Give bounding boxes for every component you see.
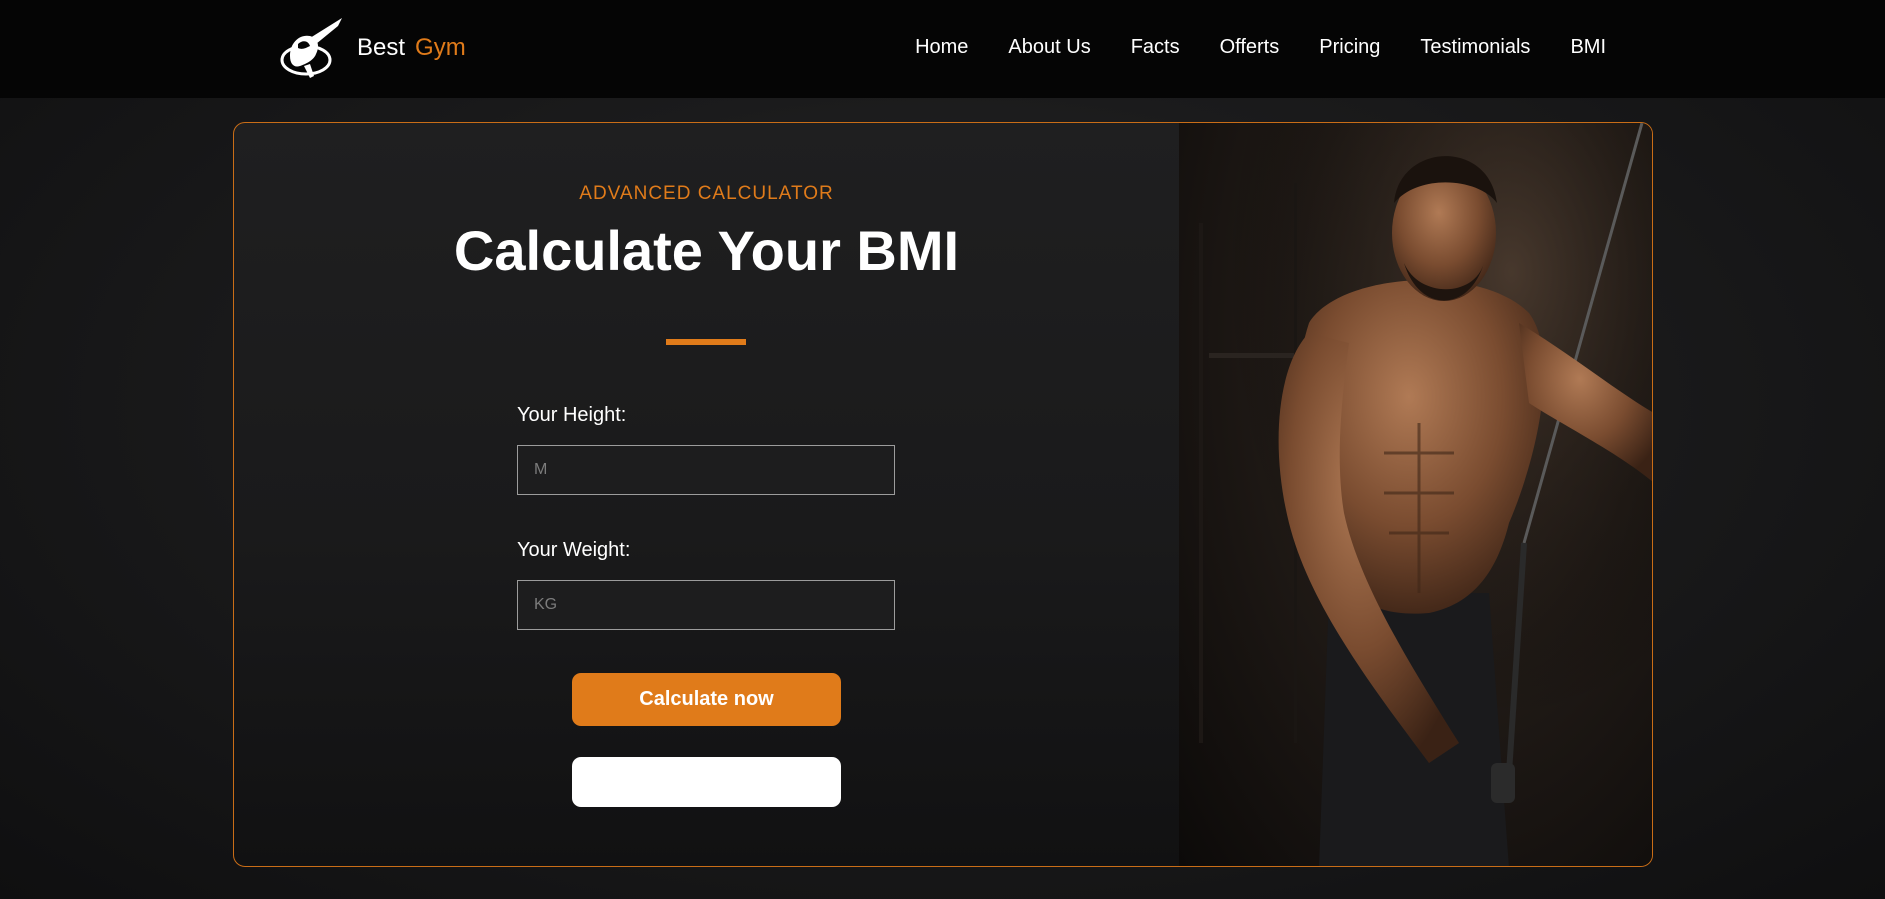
calculator-eyebrow: ADVANCED CALCULATOR xyxy=(579,183,834,204)
brand-name-second: Gym xyxy=(415,34,466,61)
height-input[interactable] xyxy=(517,445,895,495)
weight-label: Your Weight: xyxy=(517,539,631,561)
nav-link-testimonials[interactable]: Testimonials xyxy=(1420,36,1530,59)
nav-link-facts[interactable]: Facts xyxy=(1131,36,1180,59)
nav-link-bmi[interactable]: BMI xyxy=(1570,36,1606,59)
nav-link-offerts[interactable]: Offerts xyxy=(1220,36,1280,59)
brand-name-first: Best xyxy=(357,34,406,61)
height-label: Your Height: xyxy=(517,404,627,426)
calculator-title: Calculate Your BMI xyxy=(453,219,960,282)
weight-input[interactable] xyxy=(517,580,895,630)
nav-link-home[interactable]: Home xyxy=(915,36,968,59)
nav-menu: Home About Us Facts Offerts Pricing Test… xyxy=(915,36,1606,59)
calculate-now-button[interactable]: Calculate now xyxy=(572,673,841,726)
brand-name: Best Gym xyxy=(357,34,466,62)
bmi-result-box xyxy=(572,757,841,807)
nav-link-about-us[interactable]: About Us xyxy=(1008,36,1090,59)
muscular-athlete-photo xyxy=(1179,123,1652,866)
brand[interactable]: Best Gym xyxy=(276,16,466,80)
gladiator-logo-icon xyxy=(280,18,342,78)
athlete-illustration xyxy=(1179,123,1652,866)
nav-link-pricing[interactable]: Pricing xyxy=(1319,36,1380,59)
title-divider xyxy=(666,339,746,345)
calculator-form: ADVANCED CALCULATOR Calculate Your BMI Y… xyxy=(234,123,1179,866)
navbar: Best Gym Home About Us Facts Offerts Pri… xyxy=(0,0,1885,98)
bmi-calculator-card: ADVANCED CALCULATOR Calculate Your BMI Y… xyxy=(233,122,1653,867)
